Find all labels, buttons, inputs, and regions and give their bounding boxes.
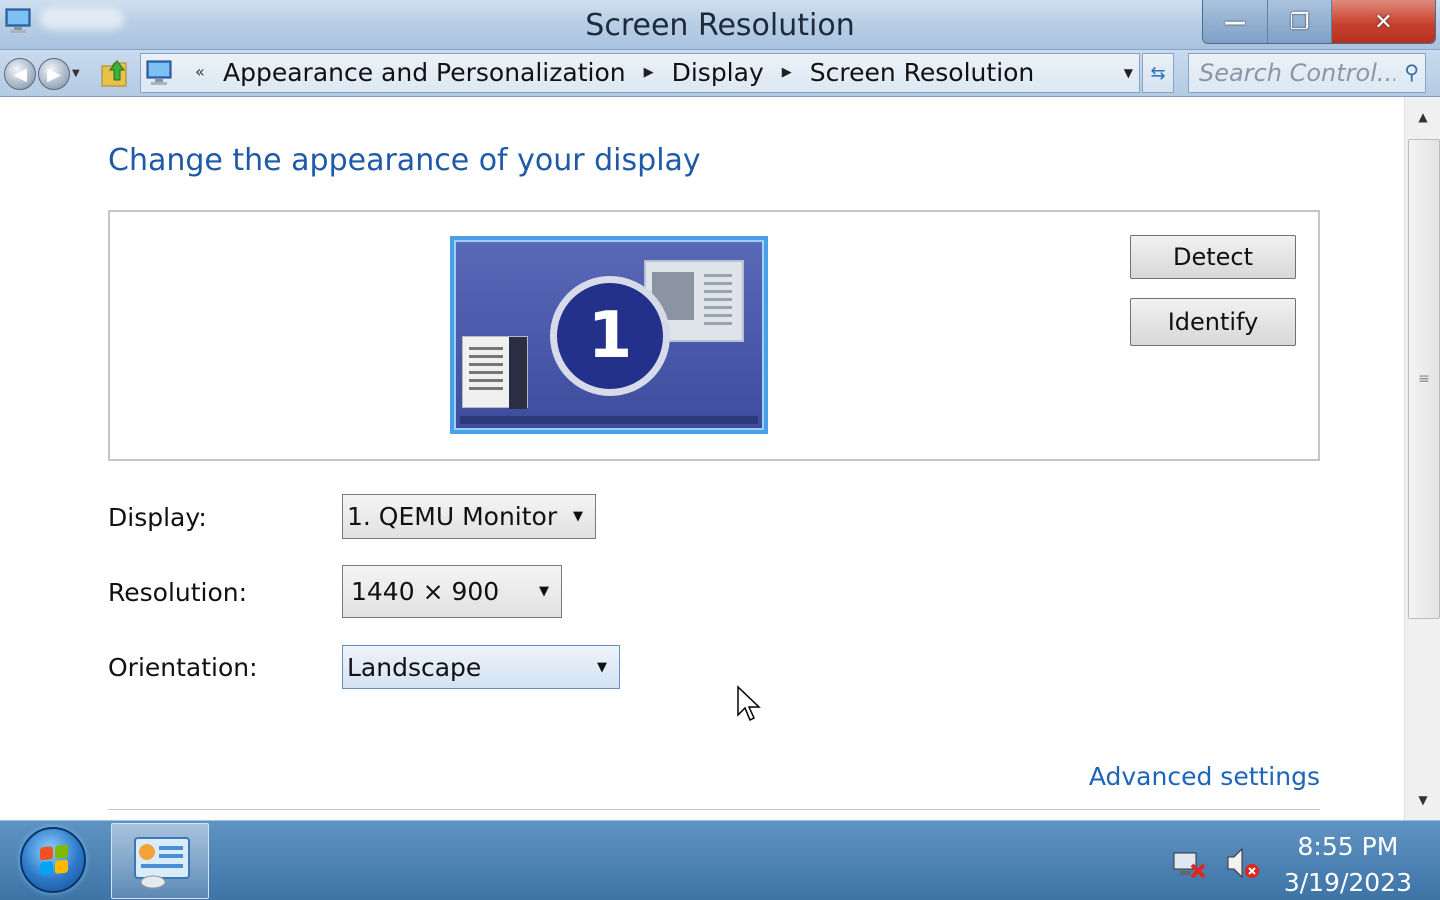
orientation-label: Orientation: (108, 653, 258, 682)
orientation-select[interactable]: Landscape ▼ (342, 645, 620, 689)
main-content: Change the appearance of your display 1 … (0, 97, 1404, 820)
mouse-pointer-icon (737, 685, 761, 722)
windows-logo-icon (40, 844, 68, 876)
display-select-value: 1. QEMU Monitor (347, 502, 558, 531)
minimize-button[interactable]: — (1203, 0, 1267, 43)
control-panel-icon (134, 837, 190, 889)
minimize-icon: — (1224, 9, 1246, 35)
address-dropdown-icon[interactable]: ▼ (1124, 66, 1133, 80)
advanced-settings-link[interactable]: Advanced settings (1089, 762, 1320, 791)
refresh-icon: ⇆ (1150, 62, 1166, 84)
resolution-label: Resolution: (108, 578, 248, 607)
clock-time: 8:55 PM (1297, 832, 1399, 861)
title-bar: Screen Resolution — ❐ ✕ (0, 0, 1440, 50)
grip-icon: ≡ (1418, 371, 1430, 387)
taskbar-control-panel-button[interactable] (111, 823, 209, 899)
detect-button[interactable]: Detect (1130, 235, 1296, 279)
control-panel-icon (146, 60, 172, 85)
scroll-thumb[interactable]: ≡ (1408, 139, 1440, 619)
breadcrumb-arrow-icon[interactable]: ▶ (644, 65, 654, 80)
resolution-select[interactable]: 1440 × 900 ▼ (342, 565, 562, 618)
forward-button[interactable]: ▶ (38, 58, 70, 90)
display-preview-panel: 1 Detect Identify (108, 210, 1320, 461)
chevron-down-icon: ▼ (539, 584, 549, 599)
search-icon[interactable]: ⚲ (1404, 60, 1419, 84)
clock-date: 3/19/2023 (1283, 868, 1412, 897)
address-bar[interactable]: « Appearance and Personalization ▶ Displ… (140, 53, 1140, 93)
restore-icon: ❐ (1289, 9, 1310, 35)
preview-taskbar-graphic (460, 416, 758, 424)
back-arrow-icon: ◀ (13, 63, 27, 85)
display-select[interactable]: 1. QEMU Monitor ▼ (342, 494, 596, 539)
overflow-chevron-icon[interactable]: « (195, 62, 205, 81)
page-title: Change the appearance of your display (108, 143, 701, 178)
chevron-down-icon: ▼ (573, 509, 583, 524)
system-clock[interactable]: 8:55 PM 3/19/2023 (1284, 829, 1412, 900)
breadcrumb-arrow-icon[interactable]: ▶ (782, 65, 792, 80)
chevron-down-icon: ▼ (597, 659, 607, 675)
resolution-select-value: 1440 × 900 (351, 577, 500, 606)
breadcrumb-display[interactable]: Display (672, 58, 764, 87)
close-button[interactable]: ✕ (1331, 0, 1435, 43)
start-button[interactable] (20, 827, 86, 893)
orientation-select-value: Landscape (347, 652, 482, 682)
search-box[interactable]: ⚲ (1188, 53, 1426, 93)
caption-buttons: — ❐ ✕ (1202, 0, 1436, 44)
back-button[interactable]: ◀ (4, 58, 36, 90)
network-disconnected-icon[interactable] (1170, 845, 1208, 881)
divider (108, 809, 1320, 810)
preview-start-menu-graphic (462, 336, 528, 409)
search-input[interactable] (1199, 60, 1395, 86)
monitor-1-thumbnail[interactable]: 1 (450, 236, 768, 434)
breadcrumb: Appearance and Personalization ▶ Display… (223, 58, 1034, 87)
scroll-up-icon[interactable]: ▲ (1405, 97, 1440, 137)
identify-button[interactable]: Identify (1130, 298, 1296, 346)
display-label: Display: (108, 503, 207, 532)
system-tray: 8:55 PM 3/19/2023 (1140, 821, 1440, 900)
restore-button[interactable]: ❐ (1267, 0, 1331, 43)
scroll-down-icon[interactable]: ▼ (1405, 780, 1440, 820)
taskbar: 8:55 PM 3/19/2023 (0, 820, 1440, 900)
vertical-scrollbar[interactable]: ▲ ≡ ▼ (1404, 97, 1440, 820)
refresh-button[interactable]: ⇆ (1142, 53, 1174, 93)
forward-arrow-icon: ▶ (47, 63, 61, 85)
display-number-badge: 1 (550, 276, 670, 396)
up-folder-icon[interactable] (100, 56, 130, 90)
close-icon: ✕ (1374, 9, 1393, 35)
recent-pages-dropdown-icon[interactable]: ▼ (72, 68, 80, 79)
breadcrumb-appearance[interactable]: Appearance and Personalization (223, 58, 626, 87)
breadcrumb-screen-resolution[interactable]: Screen Resolution (810, 58, 1035, 87)
volume-muted-icon[interactable] (1224, 845, 1262, 881)
